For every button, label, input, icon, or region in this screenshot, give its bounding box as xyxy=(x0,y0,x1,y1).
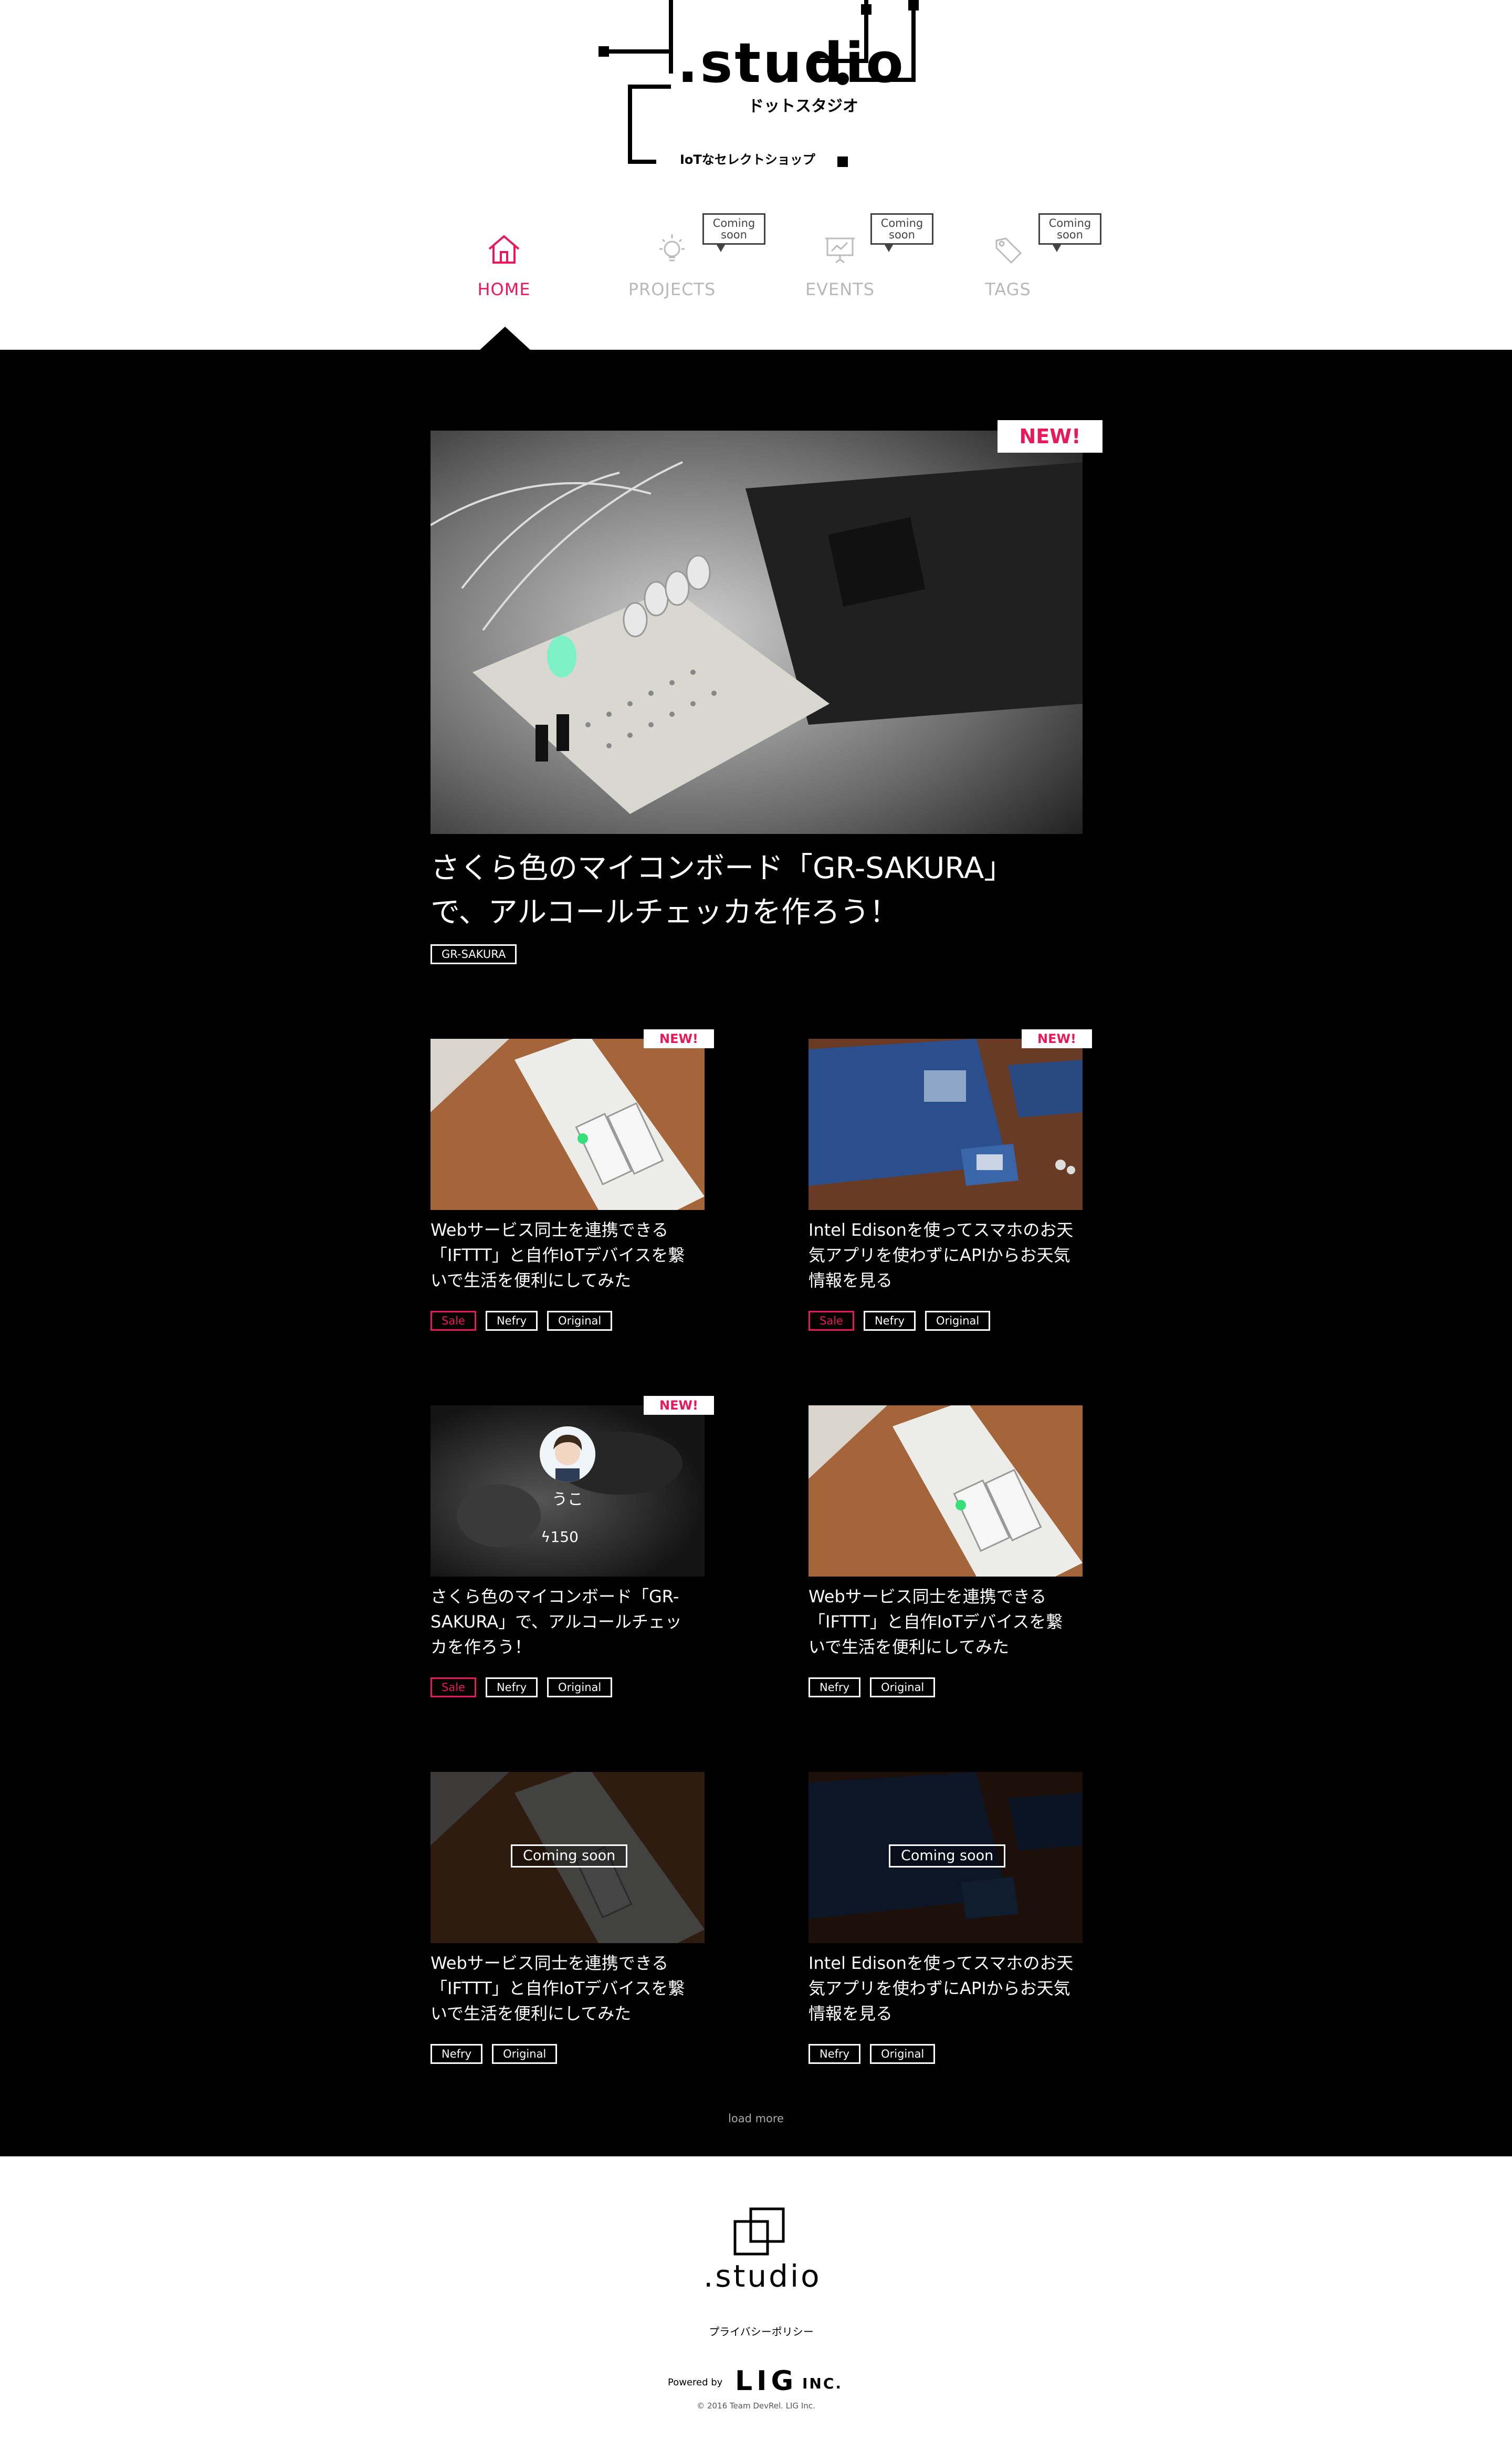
logo-tagline: IoTなセレクトショップ xyxy=(680,152,815,167)
load-more-button[interactable]: load more xyxy=(704,2112,808,2125)
active-nav-pointer xyxy=(479,327,531,351)
author-name: うこ xyxy=(552,1490,583,1509)
home-icon xyxy=(488,235,520,264)
nav-home-label: HOME xyxy=(477,279,531,299)
card-title-line: いで生活を便利にしてみた xyxy=(430,1270,632,1290)
tag-nefry[interactable]: Nefry xyxy=(485,1311,538,1331)
card-title-line: Webサービス同士を連携できる xyxy=(808,1587,1047,1606)
lig-inc-label: INC. xyxy=(802,2375,843,2392)
card-title-line: さくら色のマイコンボード「GR- xyxy=(430,1587,679,1606)
lightbulb-icon xyxy=(659,234,685,262)
card-tags: Nefry Original xyxy=(430,2044,566,2064)
tag-gr-sakura[interactable]: GR-SAKURA xyxy=(430,944,517,964)
tag-original[interactable]: Original xyxy=(492,2044,558,2064)
copyright: © 2016 Team DevRel. LIG Inc. xyxy=(697,2401,815,2411)
card-image[interactable] xyxy=(808,1405,1083,1577)
card-title-line: Intel Edisonを使ってスマホのお天 xyxy=(808,1220,1074,1240)
new-badge: NEW! xyxy=(644,1029,714,1048)
new-badge: NEW! xyxy=(644,1396,714,1415)
nav-home[interactable]: HOME xyxy=(452,231,556,299)
footer-logo-text[interactable]: .studio xyxy=(704,2258,820,2294)
tag-nefry[interactable]: Nefry xyxy=(808,2044,861,2064)
card-title-line: 気アプリを使わずにAPIからお天気 xyxy=(808,1245,1070,1265)
logo-wordmark: .studio xyxy=(677,31,906,95)
tag-nefry[interactable]: Nefry xyxy=(485,1677,538,1697)
lightning-icon: ϟ xyxy=(541,1528,551,1546)
tag-original[interactable]: Original xyxy=(547,1677,613,1697)
card-title-line: 「IFTTT」と自作IoTデバイスを繋 xyxy=(430,1245,685,1265)
card-title-line: Webサービス同士を連携できる xyxy=(430,1953,669,1973)
card-title-line: 「IFTTT」と自作IoTデバイスを繋 xyxy=(808,1612,1063,1632)
new-badge: NEW! xyxy=(1022,1029,1092,1048)
footer-logo-mark[interactable] xyxy=(709,2206,803,2263)
card-title-line: Intel Edisonを使ってスマホのお天 xyxy=(808,1953,1074,1973)
site-logo[interactable]: .studio ドットスタジオ IoTなセレクトショップ xyxy=(593,0,919,179)
like-count-value: 150 xyxy=(550,1528,579,1546)
new-badge: NEW! xyxy=(998,420,1102,453)
card-title[interactable]: Intel Edisonを使ってスマホのお天 気アプリを使わずにAPIからお天気… xyxy=(808,1217,1102,1293)
featured-article-title[interactable]: さくら色のマイコンボード「GR-SAKURA」 で、アルコールチェッカを作ろう！ xyxy=(430,847,1113,935)
lig-logo[interactable]: LIG xyxy=(735,2365,797,2397)
card-tags: Nefry Original xyxy=(808,1677,944,1697)
card-title[interactable]: Webサービス同士を連携できる 「IFTTT」と自作IoTデバイスを繋 いで生活… xyxy=(430,1950,724,2026)
tag-sale[interactable]: Sale xyxy=(430,1677,476,1697)
coming-soon-bubble: Coming soon xyxy=(702,213,765,252)
card-title-line: 気アプリを使わずにAPIからお天気 xyxy=(808,1978,1070,1998)
coming-soon-bubble: Coming soon xyxy=(870,213,933,252)
nav-projects-label: PROJECTS xyxy=(628,279,716,299)
coming-soon-bubble: Coming soon xyxy=(1038,213,1101,252)
tag-sale[interactable]: Sale xyxy=(808,1311,854,1331)
card-title-line: 情報を見る xyxy=(808,2004,893,2023)
card-title[interactable]: さくら色のマイコンボード「GR- SAKURA」で、アルコールチェッ カを作ろう… xyxy=(430,1584,724,1660)
card-title-line: いで生活を便利にしてみた xyxy=(430,2004,632,2023)
card-title-line: 「IFTTT」と自作IoTデバイスを繋 xyxy=(430,1978,685,1998)
card-title[interactable]: Webサービス同士を連携できる 「IFTTT」と自作IoTデバイスを繋 いで生活… xyxy=(430,1217,724,1293)
card-tags: Sale Nefry Original xyxy=(430,1677,622,1697)
logo-kana: ドットスタジオ xyxy=(748,97,858,116)
card-image[interactable] xyxy=(808,1039,1083,1210)
tag-original[interactable]: Original xyxy=(925,1311,991,1331)
tag-original[interactable]: Original xyxy=(870,1677,936,1697)
card-tags: Sale Nefry Original xyxy=(808,1311,1000,1331)
tag-sale[interactable]: Sale xyxy=(430,1311,476,1331)
featured-title-line: さくら色のマイコンボード「GR-SAKURA」 xyxy=(430,851,1014,885)
card-image[interactable] xyxy=(430,1039,705,1210)
tag-nefry[interactable]: Nefry xyxy=(863,1311,916,1331)
presentation-icon xyxy=(825,237,855,264)
nav-events-label: EVENTS xyxy=(805,279,875,299)
like-count: ϟ150 xyxy=(541,1528,579,1546)
coming-soon-label: Coming soon xyxy=(889,1844,1006,1868)
card-title-line: SAKURA」で、アルコールチェッ xyxy=(430,1612,682,1632)
card-title-line: 情報を見る xyxy=(808,1270,893,1290)
privacy-policy-link[interactable]: プライバシーポリシー xyxy=(682,2323,840,2339)
card-tags: Sale Nefry Original xyxy=(430,1311,622,1331)
nav-tags-label: TAGS xyxy=(985,279,1031,299)
card-title-line: いで生活を便利にしてみた xyxy=(808,1637,1010,1657)
tag-nefry[interactable]: Nefry xyxy=(430,2044,483,2064)
powered-by-label: Powered by xyxy=(668,2377,723,2388)
card-tags: Nefry Original xyxy=(808,2044,944,2064)
card-title-line: カを作ろう！ xyxy=(430,1637,532,1657)
coming-soon-label: Coming soon xyxy=(511,1844,628,1868)
tag-nefry[interactable]: Nefry xyxy=(808,1677,861,1697)
tag-original[interactable]: Original xyxy=(870,2044,936,2064)
tag-icon xyxy=(995,237,1022,264)
avatar[interactable] xyxy=(540,1426,595,1482)
featured-title-line: で、アルコールチェッカを作ろう！ xyxy=(430,895,899,930)
card-title[interactable]: Webサービス同士を連携できる 「IFTTT」と自作IoTデバイスを繋 いで生活… xyxy=(808,1584,1102,1660)
featured-article-image[interactable] xyxy=(430,431,1083,834)
card-title[interactable]: Intel Edisonを使ってスマホのお天 気アプリを使わずにAPIからお天気… xyxy=(808,1950,1102,2026)
featured-tags: GR-SAKURA xyxy=(430,944,526,964)
card-title-line: Webサービス同士を連携できる xyxy=(430,1220,669,1240)
tag-original[interactable]: Original xyxy=(547,1311,613,1331)
